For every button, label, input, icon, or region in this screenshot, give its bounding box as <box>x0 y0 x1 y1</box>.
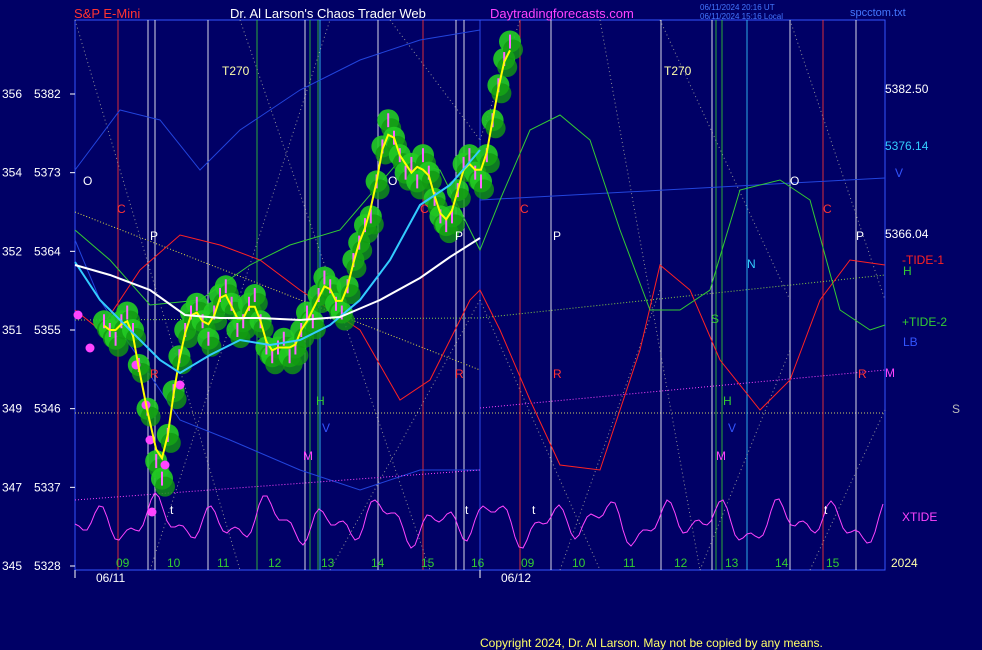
line-marker-c: C <box>420 202 429 216</box>
line-marker-o: O <box>790 174 799 188</box>
instrument-label: S&P E-Mini <box>74 6 140 21</box>
timing-label-t270-1: T270 <box>222 64 250 78</box>
line-marker-v: V <box>728 421 736 435</box>
legend-tide2: +TIDE-2 <box>902 315 947 329</box>
chart-background <box>0 0 982 650</box>
x-tick-label: 15 <box>826 556 840 570</box>
line-marker-r: R <box>553 367 562 381</box>
pivot-dot <box>73 310 83 320</box>
line-marker-c: C <box>823 202 832 216</box>
timestamp-local: 06/11/2024 15:16 Local <box>700 12 783 21</box>
legend-s: S <box>952 402 960 416</box>
y-tick-price: 5346 <box>34 402 61 416</box>
legend-v: V <box>895 166 903 180</box>
energy-dot <box>178 328 199 348</box>
y-tick-price: 5337 <box>34 480 61 494</box>
energy-dot <box>166 389 187 410</box>
x-tick-label: 12 <box>674 556 688 570</box>
x-tick-label: 11 <box>623 556 636 570</box>
y-tick-price: 5328 <box>34 559 61 573</box>
y-tick-price: 5373 <box>34 166 61 180</box>
timestamp-ut: 06/11/2024 20:16 UT <box>700 3 775 12</box>
y-tick-degree: 345 <box>2 559 22 573</box>
y-tick-price: 5355 <box>34 323 61 337</box>
x-tick-label: 14 <box>775 556 789 570</box>
line-marker-p: P <box>150 229 158 243</box>
line-marker-c: C <box>520 202 529 216</box>
line-marker-n: N <box>747 257 756 271</box>
y-tick-degree: 352 <box>2 244 22 258</box>
x-tick-label: 14 <box>371 556 385 570</box>
y-tick-degree: 356 <box>2 87 22 101</box>
energy-dot <box>288 345 309 366</box>
line-marker-p: P <box>856 229 864 243</box>
energy-dot <box>497 57 518 78</box>
x-tick-label: 10 <box>572 556 586 570</box>
pivot-dot <box>175 380 185 390</box>
line-marker-o: O <box>83 174 92 188</box>
x-tick-label: 13 <box>725 556 739 570</box>
line-marker-h: H <box>316 394 325 408</box>
timing-label-t270-2: T270 <box>664 64 692 78</box>
line-marker-r: R <box>150 367 159 381</box>
x-tick-label: 13 <box>321 556 335 570</box>
site-link[interactable]: Daytradingforecasts.com <box>490 6 634 21</box>
legend-h: H <box>903 264 912 278</box>
x-tick-label: 15 <box>421 556 435 570</box>
x-tick-label: 16 <box>471 556 485 570</box>
x-tick-label: 10 <box>167 556 181 570</box>
chart: OCPROCPRHVMCPRNSHVMOCPRt t t t S&P E-Mini D… <box>0 0 982 650</box>
x-tick-label: 09 <box>116 556 130 570</box>
copyright-notice: Copyright 2024, Dr. Al Larson. May not b… <box>480 636 823 650</box>
y-tick-degree: 351 <box>2 323 22 337</box>
energy-dot <box>126 328 146 348</box>
energy-dot <box>155 476 175 497</box>
y-tick-price: 5382 <box>34 87 61 101</box>
legend-xtide: XTIDE <box>902 510 937 524</box>
energy-dot <box>485 118 506 139</box>
year-label: 2024 <box>891 556 918 570</box>
line-marker-v: V <box>322 421 330 435</box>
energy-dot <box>474 179 494 200</box>
line-marker-r: R <box>858 367 867 381</box>
line-marker-h: H <box>723 394 732 408</box>
legend-lb: LB <box>903 335 918 349</box>
line-marker-p: P <box>553 229 561 243</box>
y-tick-degree: 354 <box>2 166 22 180</box>
line-marker-r: R <box>455 367 464 381</box>
filename-label: spcctom.txt <box>850 7 906 19</box>
y-tick-degree: 349 <box>2 402 22 416</box>
line-marker-m: M <box>303 449 313 463</box>
date-label-1: 06/11 <box>96 571 125 585</box>
chart-title: Dr. Al Larson's Chaos Trader Web <box>230 6 426 21</box>
date-label-2: 06/12 <box>501 571 531 585</box>
x-tick-label: 12 <box>268 556 282 570</box>
x-tick-label: 09 <box>521 556 535 570</box>
y-tick-price: 5364 <box>34 244 61 258</box>
line-marker-o: O <box>388 174 397 188</box>
right-price-3: 5366.04 <box>885 227 929 241</box>
pivot-dot <box>85 343 95 353</box>
line-marker-p: P <box>455 229 463 243</box>
energy-dot <box>491 83 512 104</box>
line-marker-s: S <box>711 312 719 326</box>
line-marker-c: C <box>117 202 126 216</box>
pivot-dot <box>147 507 157 517</box>
energy-dot <box>247 293 268 314</box>
legend-m: M <box>885 366 895 380</box>
y-tick-degree: 347 <box>2 480 22 494</box>
line-marker-m: M <box>716 449 726 463</box>
right-price-1: 5382.50 <box>885 82 929 96</box>
pivot-dot <box>160 460 170 470</box>
x-tick-label: 11 <box>217 556 230 570</box>
energy-dot <box>108 336 129 357</box>
right-price-2: 5376.14 <box>885 139 929 153</box>
